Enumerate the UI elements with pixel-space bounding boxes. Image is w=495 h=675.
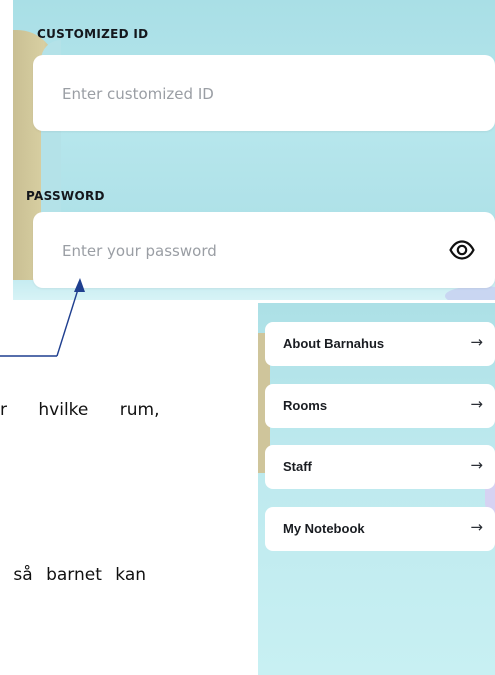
menu-item-label: About Barnahus bbox=[283, 336, 385, 351]
password-field-box[interactable] bbox=[33, 212, 495, 290]
menu-item-label: Staff bbox=[283, 459, 312, 474]
arrow-right-icon: → bbox=[470, 456, 483, 474]
document-text-line-2: så barnet kan bbox=[0, 565, 147, 585]
menu-item-about-barnahus[interactable]: About Barnahus → bbox=[265, 322, 495, 366]
login-screenshot: CUSTOMIZED ID PASSWORD bbox=[13, 0, 495, 300]
arrow-right-icon: → bbox=[470, 333, 483, 351]
customized-id-field-box[interactable] bbox=[33, 55, 495, 133]
menu-item-label: Rooms bbox=[283, 398, 328, 413]
menu-screenshot: About Barnahus → Rooms → Staff → My Note… bbox=[258, 303, 495, 675]
menu-item-staff[interactable]: Staff → bbox=[265, 445, 495, 489]
document-text-line-1: r hvilke rum, bbox=[0, 400, 160, 420]
arrow-right-icon: → bbox=[470, 395, 483, 413]
menu-item-label: My Notebook bbox=[283, 521, 365, 536]
menu-item-my-notebook[interactable]: My Notebook → bbox=[265, 507, 495, 551]
password-input[interactable] bbox=[60, 212, 434, 290]
menu-item-rooms[interactable]: Rooms → bbox=[265, 384, 495, 428]
customized-id-input[interactable] bbox=[60, 55, 434, 133]
password-label: PASSWORD bbox=[26, 189, 105, 203]
arrow-right-icon: → bbox=[470, 518, 483, 536]
customized-id-label: CUSTOMIZED ID bbox=[37, 27, 149, 41]
page: CUSTOMIZED ID PASSWORD r hvilke rum, så … bbox=[0, 0, 495, 675]
eye-icon[interactable] bbox=[449, 238, 475, 262]
